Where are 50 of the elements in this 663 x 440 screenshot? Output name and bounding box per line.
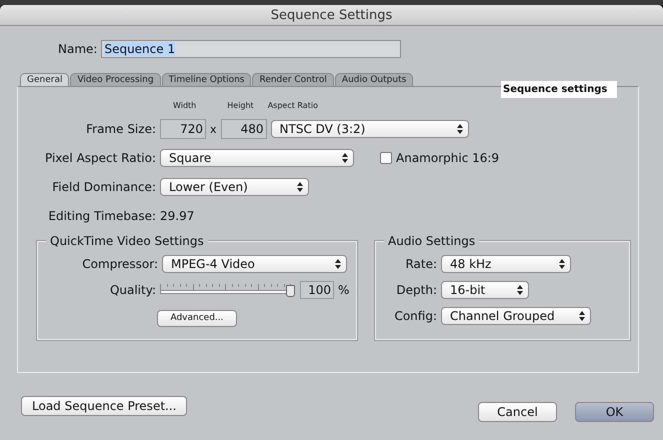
quality-field[interactable]: 100 <box>300 281 334 299</box>
pixel-aspect-dropdown[interactable]: Square <box>160 149 354 167</box>
pixel-aspect-label: Pixel Aspect Ratio: <box>44 151 156 165</box>
stepper-arrows-icon <box>297 182 303 192</box>
field-dominance-label: Field Dominance: <box>51 180 156 194</box>
audio-setting-dropdown[interactable]: 48 kHz <box>441 255 571 273</box>
height-field[interactable]: 480 <box>220 119 267 139</box>
group-title: QuickTime Video Settings <box>46 234 208 248</box>
height-caption: Height <box>227 101 254 112</box>
compressor-label: Compressor: <box>81 257 158 271</box>
editing-timebase-label: Editing Timebase: <box>47 209 156 223</box>
width-field[interactable]: 720 <box>160 119 206 139</box>
advanced-button[interactable]: Advanced... <box>157 310 237 326</box>
group-title: Audio Settings <box>384 234 480 248</box>
load-preset-button[interactable]: Load Sequence Preset... <box>21 396 188 416</box>
tab[interactable]: Audio Outputs <box>334 73 414 86</box>
width-caption: Width <box>173 101 196 112</box>
window-title: Sequence Settings <box>270 8 392 22</box>
audio-setting-label: Rate: <box>404 257 437 271</box>
times-sign: x <box>210 122 217 136</box>
stepper-arrows-icon <box>559 259 565 269</box>
aspect-ratio-dropdown[interactable]: NTSC DV (3:2) <box>270 120 469 138</box>
name-label: Name: <box>58 42 98 56</box>
tab[interactable]: Render Control <box>252 73 334 86</box>
stepper-arrows-icon <box>342 153 348 163</box>
stepper-arrows-icon <box>335 259 341 269</box>
audio-setting-label: Depth: <box>395 283 437 297</box>
frame-size-label: Frame Size: <box>85 122 156 136</box>
audio-setting-dropdown[interactable]: 16-bit <box>441 281 529 299</box>
quality-slider[interactable] <box>160 284 296 296</box>
percent-label: % <box>338 283 350 297</box>
quality-label: Quality: <box>108 283 156 297</box>
cancel-button[interactable]: Cancel <box>478 402 557 422</box>
note-label: Sequence settings <box>501 81 617 98</box>
aspect-caption: Aspect Ratio <box>268 101 318 112</box>
anamorphic-label: Anamorphic 16:9 <box>396 151 500 165</box>
compressor-dropdown[interactable]: MPEG-4 Video <box>162 255 347 273</box>
stepper-arrows-icon <box>517 285 523 295</box>
name-field[interactable]: Sequence 1 <box>101 40 402 58</box>
stepper-arrows-icon <box>456 124 463 134</box>
tab[interactable]: Timeline Options <box>162 73 252 86</box>
editing-timebase-value: 29.97 <box>160 209 194 223</box>
tab[interactable]: Video Processing <box>70 73 161 86</box>
audio-setting-label: Config: <box>393 309 437 323</box>
tab[interactable]: General <box>20 73 70 86</box>
field-dominance-dropdown[interactable]: Lower (Even) <box>160 178 309 196</box>
stepper-arrows-icon <box>579 311 585 321</box>
audio-setting-dropdown[interactable]: Channel Grouped <box>441 307 591 325</box>
checkbox[interactable] <box>380 152 392 164</box>
ok-button[interactable]: OK <box>575 402 654 422</box>
